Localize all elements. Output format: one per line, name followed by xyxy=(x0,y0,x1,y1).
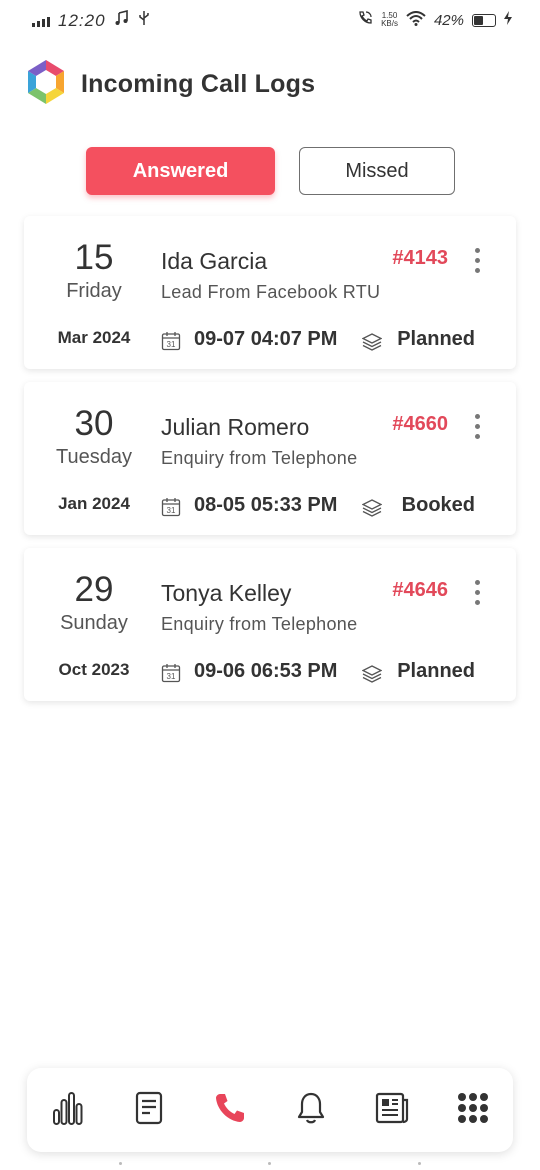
nav-item-more[interactable] xyxy=(443,1080,503,1140)
calendar-icon: 31 xyxy=(161,331,181,356)
nav-item-notifications[interactable] xyxy=(281,1080,341,1140)
svg-text:31: 31 xyxy=(167,340,176,349)
newspaper-icon xyxy=(375,1092,409,1129)
layers-icon xyxy=(361,333,383,356)
bottom-navigation xyxy=(27,1068,513,1152)
calendar-icon: 31 xyxy=(161,663,181,688)
call-month-year: Mar 2024 xyxy=(57,328,131,347)
call-ref-number[interactable]: #4660 xyxy=(392,413,448,436)
call-source: Lead From Facebook RTU xyxy=(161,282,381,302)
call-status: Planned xyxy=(397,328,475,350)
call-tabs: Answered Missed xyxy=(86,147,455,195)
tab-answered[interactable]: Answered xyxy=(86,147,275,195)
call-log-card[interactable]: 29 Sunday Oct 2023 Tonya Kelley Enquiry … xyxy=(24,548,516,701)
call-log-list: 15 Friday Mar 2024 Ida Garcia Lead From … xyxy=(24,216,516,714)
call-ref-number[interactable]: #4143 xyxy=(392,247,448,270)
call-source: Enquiry from Telephone xyxy=(161,448,358,468)
status-bar-left: 12:20 xyxy=(32,9,150,31)
network-speed: 1.50 KB/s xyxy=(381,12,398,28)
more-options-icon[interactable] xyxy=(473,414,481,439)
nav-item-analytics[interactable] xyxy=(38,1080,98,1140)
music-icon xyxy=(114,9,130,31)
caller-name: Julian Romero xyxy=(161,414,310,440)
status-bar: 12:20 1.50 KB/s 42% xyxy=(0,0,540,44)
call-source: Enquiry from Telephone xyxy=(161,614,358,634)
usb-icon xyxy=(138,10,150,31)
phone-icon xyxy=(213,1091,247,1130)
speed-unit: KB/s xyxy=(381,19,398,28)
more-options-icon[interactable] xyxy=(473,248,481,273)
layers-icon xyxy=(361,499,383,522)
hexagon-logo-icon xyxy=(26,59,66,110)
svg-text:31: 31 xyxy=(167,672,176,681)
call-datetime: 08-05 05:33 PM xyxy=(194,494,338,516)
call-month-year: Jan 2024 xyxy=(58,494,130,513)
caller-name: Tonya Kelley xyxy=(161,580,292,606)
call-day: 15 xyxy=(74,238,114,277)
tab-missed[interactable]: Missed xyxy=(299,147,455,195)
call-log-card[interactable]: 15 Friday Mar 2024 Ida Garcia Lead From … xyxy=(24,216,516,369)
call-status: Booked xyxy=(401,494,475,516)
svg-text:31: 31 xyxy=(167,506,176,515)
call-datetime: 09-07 04:07 PM xyxy=(194,328,338,350)
gesture-bar-dots xyxy=(0,1162,540,1168)
nav-item-calls[interactable] xyxy=(200,1080,260,1140)
call-datetime: 09-06 06:53 PM xyxy=(194,660,338,682)
calendar-icon: 31 xyxy=(161,497,181,522)
call-day: 30 xyxy=(74,404,114,443)
document-icon xyxy=(135,1091,163,1130)
call-day: 29 xyxy=(74,570,114,609)
cell-signal-icon xyxy=(32,15,50,27)
call-wifi-icon xyxy=(357,10,373,30)
more-options-icon[interactable] xyxy=(473,580,481,605)
bar-chart-icon xyxy=(52,1090,84,1131)
nav-item-news[interactable] xyxy=(362,1080,422,1140)
charging-icon xyxy=(504,11,512,29)
page-title: Incoming Call Logs xyxy=(81,69,316,98)
battery-icon xyxy=(472,13,496,27)
battery-level xyxy=(474,15,484,25)
status-time: 12:20 xyxy=(58,10,106,30)
bell-icon xyxy=(296,1091,326,1130)
call-log-card[interactable]: 30 Tuesday Jan 2024 Julian Romero Enquir… xyxy=(24,382,516,535)
call-weekday: Sunday xyxy=(60,612,128,634)
nav-item-documents[interactable] xyxy=(119,1080,179,1140)
battery-percent: 42% xyxy=(433,11,464,29)
call-ref-number[interactable]: #4646 xyxy=(392,579,448,602)
caller-name: Ida Garcia xyxy=(161,248,268,274)
call-status: Planned xyxy=(397,660,475,682)
wifi-icon xyxy=(406,10,426,30)
layers-icon xyxy=(361,665,383,688)
call-weekday: Friday xyxy=(66,280,122,302)
grid-dots-icon xyxy=(457,1092,489,1129)
call-weekday: Tuesday xyxy=(56,446,132,468)
call-month-year: Oct 2023 xyxy=(58,660,130,679)
app-header: Incoming Call Logs xyxy=(26,59,316,110)
status-bar-right: 1.50 KB/s 42% xyxy=(357,10,512,30)
